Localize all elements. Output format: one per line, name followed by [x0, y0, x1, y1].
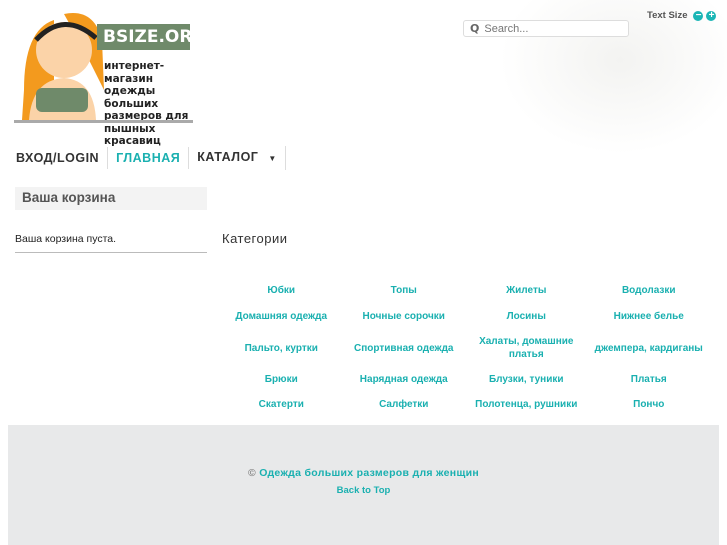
text-size-increase-icon[interactable]: + [706, 10, 717, 21]
category-link[interactable]: Скатерти [220, 392, 343, 417]
category-link[interactable]: Спортивная одежда [343, 329, 466, 367]
logo-title: BSIZE.ORG [97, 24, 206, 50]
cart-title: Ваша корзина [15, 187, 207, 210]
category-link[interactable]: Ночные сорочки [343, 303, 466, 329]
back-to-top-link[interactable]: Back to Top [8, 485, 719, 496]
nav-catalog[interactable]: КАТАЛОГ ▼ [189, 146, 286, 170]
category-link[interactable]: Нижнее белье [588, 303, 711, 329]
text-size-decrease-icon[interactable]: − [693, 10, 704, 21]
category-link[interactable]: Юбки [220, 278, 343, 303]
category-link[interactable]: Полотенца, рушники [465, 392, 588, 417]
category-link[interactable]: Пончо [588, 392, 711, 417]
category-link[interactable]: Халаты, домашние платья [465, 329, 588, 367]
category-link[interactable]: Пальто, куртки [220, 329, 343, 367]
nav-login[interactable]: ВХОД/LOGIN [8, 147, 109, 169]
category-link[interactable]: Брюки [220, 367, 343, 392]
footer-site-link[interactable]: Одежда больших размеров для женщин [259, 467, 479, 479]
category-link[interactable]: Водолазки [588, 278, 711, 303]
copyright-symbol: © [248, 467, 257, 479]
search-icon: Q [470, 22, 480, 35]
text-size-label: Text Size [647, 10, 688, 21]
logo-underline [14, 120, 193, 123]
categories-title: Категории [222, 231, 288, 246]
search-input[interactable] [484, 22, 625, 35]
chevron-down-icon[interactable]: ▼ [268, 154, 276, 163]
category-grid: Юбки Топы Жилеты Водолазки Домашняя одеж… [220, 278, 710, 417]
search-box[interactable]: Q [463, 20, 629, 37]
category-link[interactable]: Платья [588, 367, 711, 392]
logo-tagline: интернет-магазин одежды больших размеров… [104, 60, 189, 147]
category-link[interactable]: Нарядная одежда [343, 367, 466, 392]
cart-empty-text: Ваша корзина пуста. [15, 233, 207, 253]
category-link[interactable]: джемпера, кардиганы [588, 329, 711, 367]
category-link[interactable]: Домашняя одежда [220, 303, 343, 329]
category-link[interactable]: Лосины [465, 303, 588, 329]
category-link[interactable]: Жилеты [465, 278, 588, 303]
category-link[interactable]: Салфетки [343, 392, 466, 417]
footer-copyright: © Одежда больших размеров для женщин [8, 467, 719, 479]
nav-home[interactable]: ГЛАВНАЯ [108, 147, 190, 169]
main-nav: ВХОД/LOGIN ГЛАВНАЯ КАТАЛОГ ▼ [8, 146, 286, 170]
text-size-control: Text Size − + [647, 10, 717, 21]
category-link[interactable]: Топы [343, 278, 466, 303]
nav-catalog-label: КАТАЛОГ [197, 150, 259, 164]
category-link[interactable]: Блузки, туники [465, 367, 588, 392]
footer: © Одежда больших размеров для женщин Bac… [8, 425, 719, 545]
